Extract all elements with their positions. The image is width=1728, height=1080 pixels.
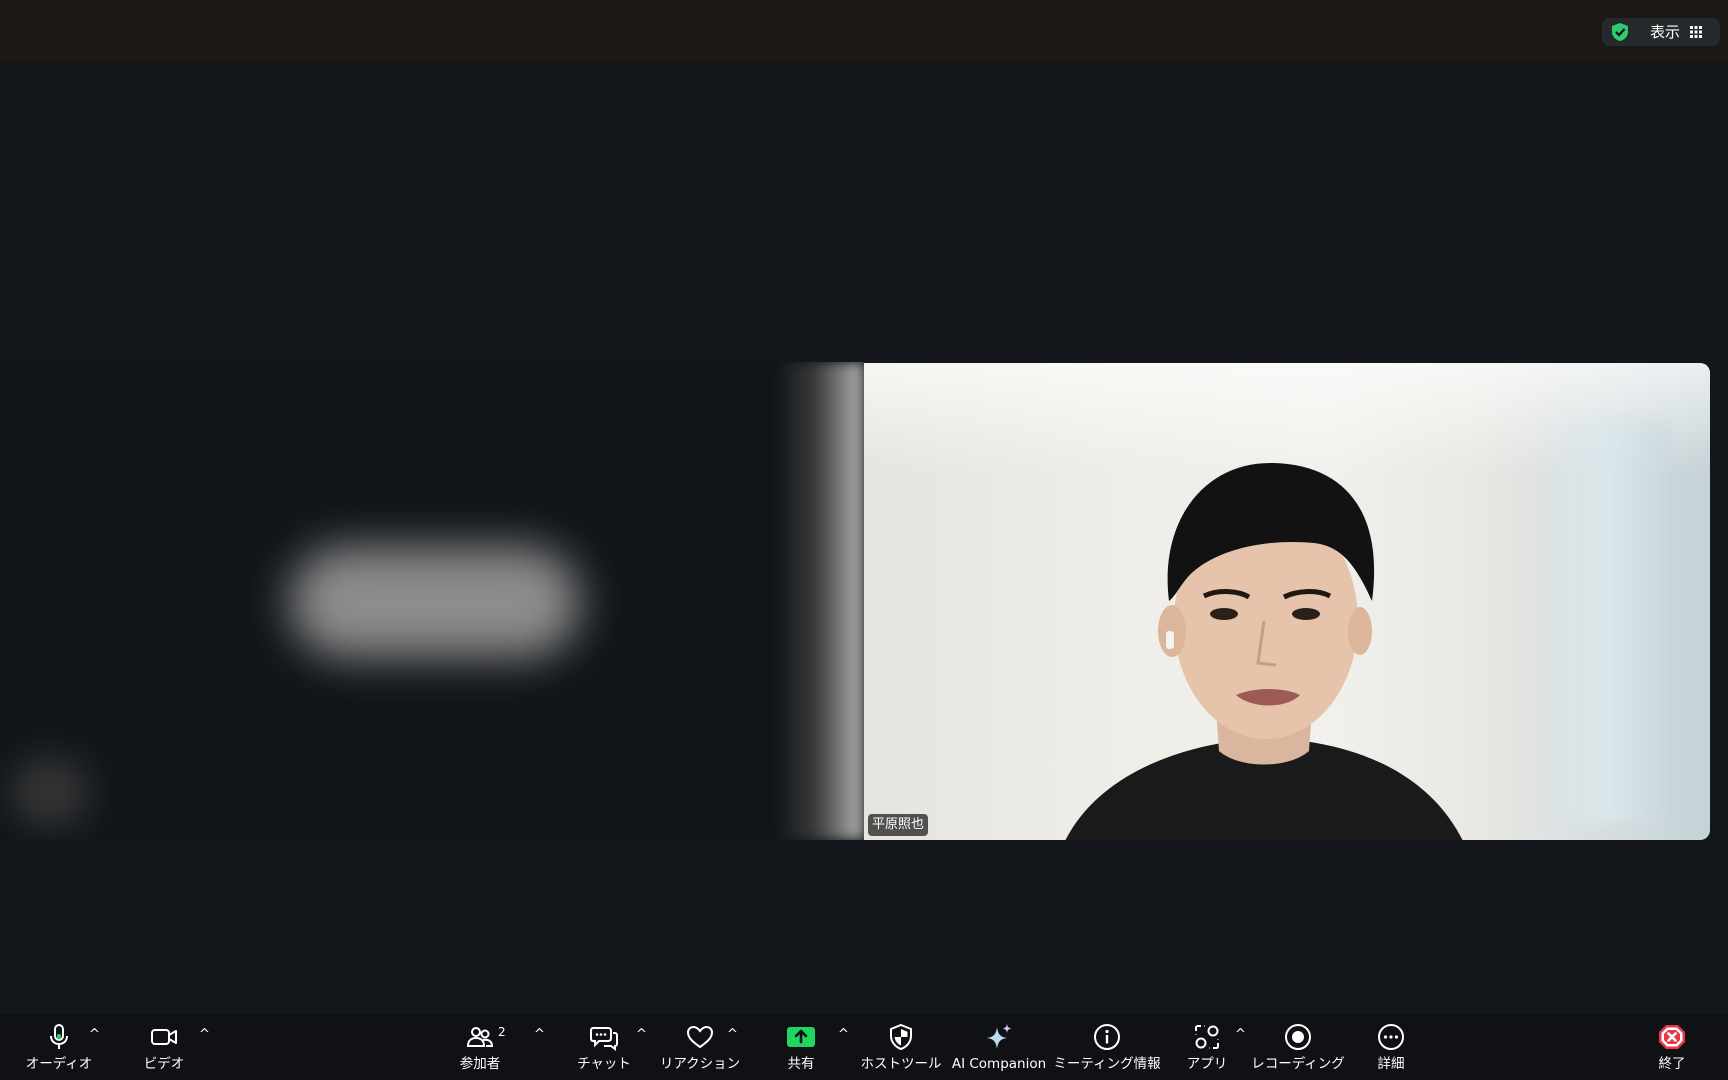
share-screen-icon — [787, 1027, 815, 1047]
more-button[interactable]: 詳細 — [1375, 1022, 1407, 1074]
participant-video-tile-blurred[interactable] — [0, 362, 864, 840]
video-stage: 平原照也 — [0, 62, 1728, 1014]
end-label: 終了 — [1658, 1056, 1686, 1072]
more-dots-icon — [1378, 1024, 1404, 1050]
share-label: 共有 — [787, 1056, 815, 1072]
more-label: 詳細 — [1377, 1056, 1405, 1072]
shield-icon — [890, 1023, 912, 1051]
video-camera-icon — [151, 1029, 177, 1045]
reactions-button[interactable]: リアクション — [660, 1022, 740, 1074]
end-meeting-button[interactable]: 終了 — [1656, 1022, 1688, 1074]
video-label: ビデオ — [143, 1056, 185, 1072]
view-label: 表示 — [1650, 23, 1681, 41]
apps-button[interactable]: アプリ — [1187, 1022, 1227, 1074]
meeting-info-label: ミーティング情報 — [1053, 1056, 1161, 1072]
sparkle-icon — [987, 1024, 1012, 1049]
ai-companion-button[interactable]: AI Companion — [951, 1022, 1047, 1074]
video-button[interactable]: ビデオ — [144, 1022, 184, 1074]
participant-video-person — [1065, 462, 1463, 840]
microphone-icon — [50, 1024, 68, 1049]
blurred-video-content — [290, 547, 580, 657]
participants-options-caret[interactable]: ^ — [534, 1028, 546, 1041]
end-close-icon — [1659, 1025, 1685, 1049]
share-button[interactable]: 共有 — [782, 1022, 820, 1074]
blurred-video-content-corner — [10, 757, 90, 827]
recording-button[interactable]: レコーディング — [1251, 1022, 1345, 1074]
heart-icon — [686, 1025, 714, 1049]
meeting-info-button[interactable]: ミーティング情報 — [1053, 1022, 1161, 1074]
audio-label: オーディオ — [25, 1056, 93, 1072]
security-shield-icon[interactable] — [1610, 22, 1630, 42]
reactions-label: リアクション — [659, 1056, 741, 1072]
chat-icon — [590, 1027, 618, 1051]
participants-icon — [466, 1027, 494, 1047]
host-tools-button[interactable]: ホストツール — [861, 1022, 942, 1074]
meeting-toolbar: オーディオ ^ ビデオ ^ 参加者 2 ^ チャット ^ リアクション ^ 共有… — [0, 1014, 1728, 1080]
audio-button[interactable]: オーディオ — [25, 1022, 93, 1074]
record-icon — [1285, 1024, 1311, 1050]
participants-count-badge: 2 — [498, 1025, 506, 1039]
audio-options-caret[interactable]: ^ — [89, 1028, 101, 1041]
grid-icon — [1690, 26, 1702, 38]
apps-label: アプリ — [1186, 1056, 1228, 1072]
background-window — [1540, 423, 1670, 823]
top-bar: 表示 — [0, 0, 1728, 62]
info-icon — [1094, 1024, 1120, 1050]
participants-label: 参加者 — [459, 1056, 501, 1072]
participants-button[interactable]: 参加者 — [458, 1022, 502, 1074]
participant-name-tag: 平原照也 — [868, 814, 929, 836]
share-options-caret[interactable]: ^ — [838, 1028, 850, 1041]
apps-icon — [1195, 1025, 1219, 1049]
view-button[interactable]: 表示 — [1602, 18, 1720, 46]
chat-button[interactable]: チャット — [577, 1022, 631, 1074]
recording-label: レコーディング — [1251, 1056, 1345, 1072]
active-speaker-video-tile[interactable]: 平原照也 — [864, 363, 1710, 840]
reactions-options-caret[interactable]: ^ — [727, 1028, 739, 1041]
chat-label: チャット — [577, 1056, 631, 1072]
blurred-video-edge — [775, 362, 864, 840]
host-tools-label: ホストツール — [860, 1056, 942, 1072]
chat-options-caret[interactable]: ^ — [636, 1028, 648, 1041]
apps-options-caret[interactable]: ^ — [1235, 1028, 1247, 1041]
ai-companion-label: AI Companion — [951, 1056, 1047, 1072]
video-options-caret[interactable]: ^ — [199, 1028, 211, 1041]
